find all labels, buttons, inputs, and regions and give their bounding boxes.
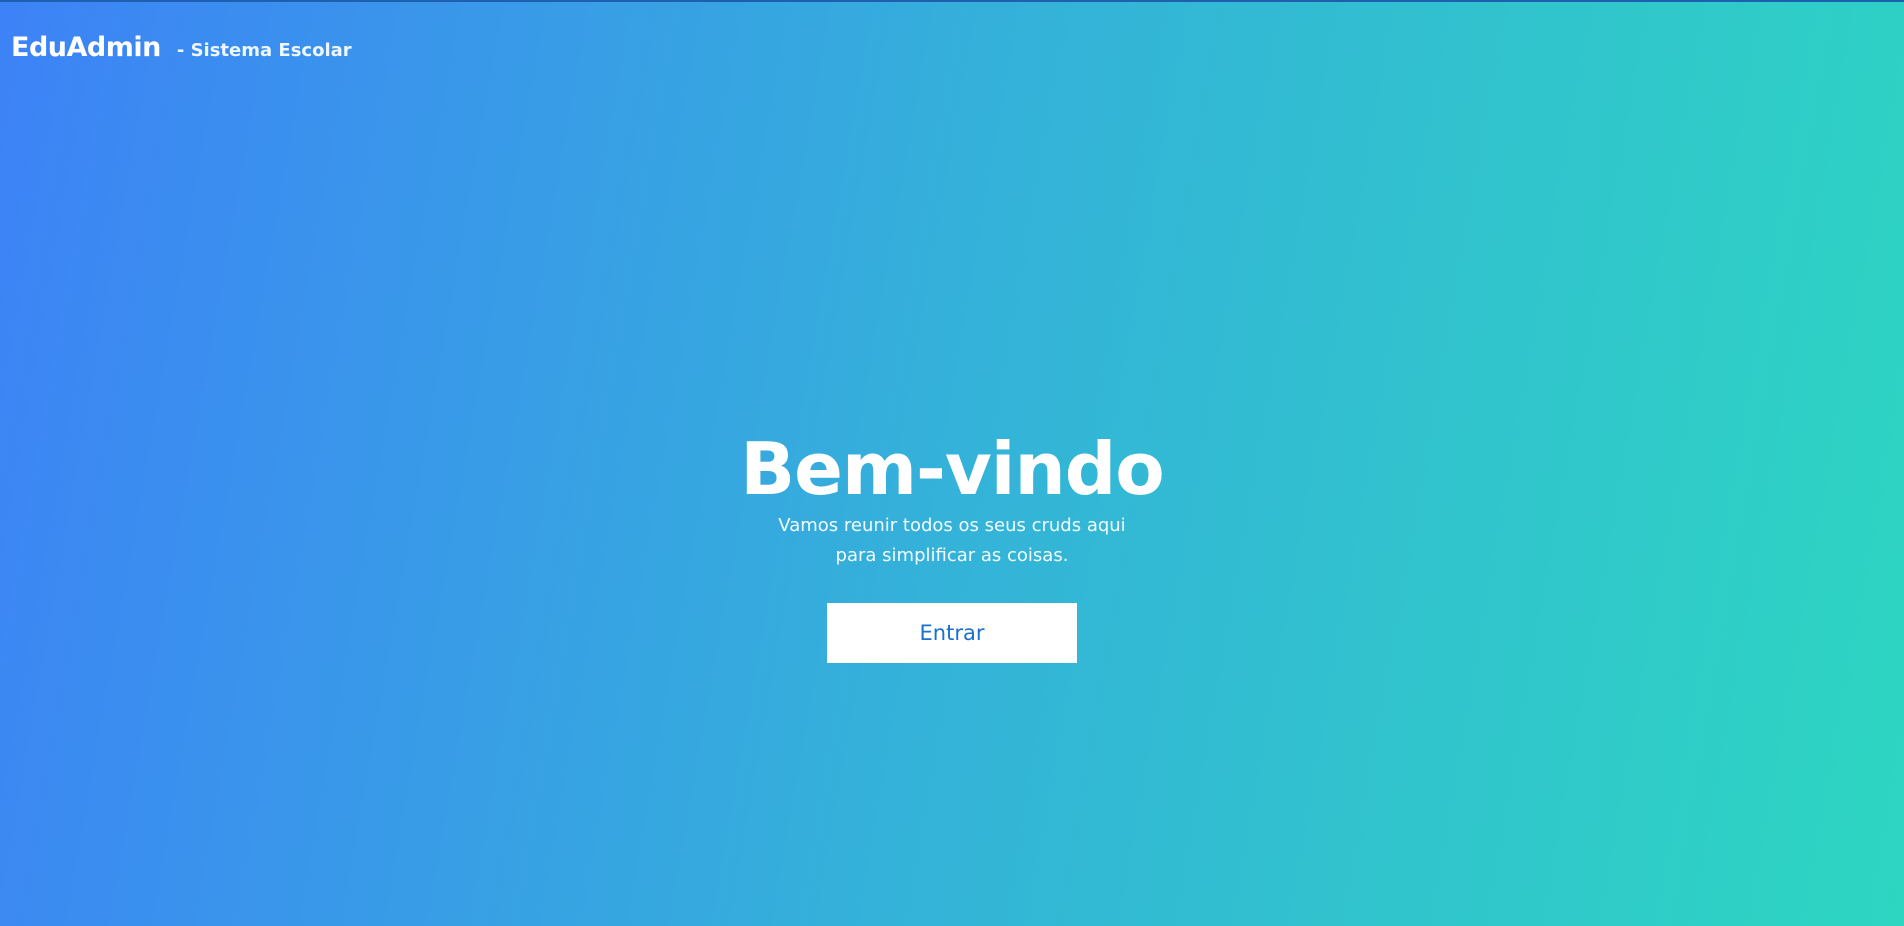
brand-tagline: - Sistema Escolar [176, 40, 352, 61]
hero-section: Bem-vindo Vamos reunir todos os seus cru… [0, 427, 1904, 663]
landing-page: EduAdmin - Sistema Escolar Bem-vindo Vam… [0, 0, 1904, 926]
hero-title: Bem-vindo [740, 427, 1165, 511]
brand-logo[interactable]: EduAdmin [11, 32, 161, 63]
enter-button[interactable]: Entrar [827, 603, 1077, 663]
header: EduAdmin - Sistema Escolar [11, 32, 352, 63]
hero-subtitle: Vamos reunir todos os seus cruds aqui pa… [778, 515, 1126, 566]
